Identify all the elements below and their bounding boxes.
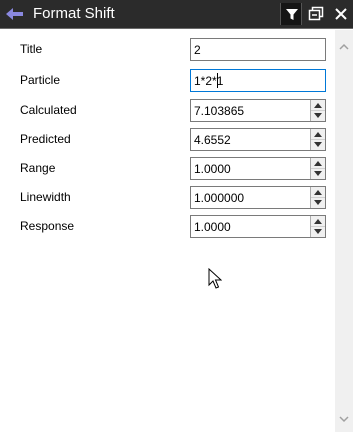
- chevron-up-icon: [314, 190, 322, 195]
- linewidth-spinner: [310, 187, 325, 208]
- calculated-increment-button[interactable]: [311, 100, 325, 111]
- response-value: 1.0000: [194, 220, 231, 234]
- filter-icon: [286, 9, 298, 20]
- chevron-down-icon: [339, 416, 349, 423]
- back-arrow-icon[interactable]: [5, 7, 25, 21]
- chevron-down-icon: [314, 142, 322, 147]
- linewidth-row: Linewidth 1.000000: [0, 186, 334, 210]
- title-label: Title: [20, 42, 43, 56]
- scroll-up-button[interactable]: [335, 40, 353, 54]
- calculated-row: Calculated 7.103865: [0, 99, 334, 123]
- response-decrement-button[interactable]: [311, 227, 325, 237]
- vertical-scrollbar[interactable]: [335, 30, 353, 432]
- chevron-up-icon: [314, 161, 322, 166]
- linewidth-decrement-button[interactable]: [311, 198, 325, 208]
- predicted-label: Predicted: [20, 132, 71, 146]
- particle-value: 1*2*1: [194, 74, 224, 88]
- calculated-spinbox[interactable]: 7.103865: [190, 99, 326, 122]
- title-value: 2: [194, 43, 201, 57]
- particle-row: Particle 1*2*1: [0, 69, 334, 93]
- range-spinner: [310, 158, 325, 179]
- predicted-value: 4.6552: [194, 133, 231, 147]
- mouse-pointer-icon: [208, 267, 223, 290]
- range-spinbox[interactable]: 1.0000: [190, 157, 326, 180]
- close-button[interactable]: [330, 3, 352, 25]
- linewidth-label: Linewidth: [20, 190, 71, 204]
- range-value: 1.0000: [194, 162, 231, 176]
- calculated-decrement-button[interactable]: [311, 111, 325, 121]
- title-input[interactable]: 2: [190, 38, 326, 61]
- scroll-down-button[interactable]: [335, 413, 353, 427]
- chevron-up-icon: [314, 103, 322, 108]
- predicted-decrement-button[interactable]: [311, 140, 325, 150]
- restore-window-icon: [308, 6, 324, 21]
- range-decrement-button[interactable]: [311, 169, 325, 179]
- range-row: Range 1.0000: [0, 157, 334, 181]
- chevron-down-icon: [314, 229, 322, 234]
- range-increment-button[interactable]: [311, 158, 325, 169]
- chevron-up-icon: [314, 132, 322, 137]
- response-spinbox[interactable]: 1.0000: [190, 215, 326, 238]
- particle-input[interactable]: 1*2*1: [190, 69, 326, 92]
- calculated-value: 7.103865: [194, 104, 245, 118]
- title-bar: Format Shift: [0, 0, 353, 29]
- predicted-increment-button[interactable]: [311, 129, 325, 140]
- linewidth-value: 1.000000: [194, 191, 245, 205]
- window-title: Format Shift: [33, 5, 115, 22]
- predicted-spinbox[interactable]: 4.6552: [190, 128, 326, 151]
- chevron-up-icon: [339, 43, 349, 50]
- linewidth-spinbox[interactable]: 1.000000: [190, 186, 326, 209]
- text-caret: [217, 73, 218, 88]
- chevron-down-icon: [314, 200, 322, 205]
- chevron-up-icon: [314, 219, 322, 224]
- response-row: Response 1.0000: [0, 215, 334, 239]
- linewidth-increment-button[interactable]: [311, 187, 325, 198]
- calculated-label: Calculated: [20, 103, 77, 117]
- response-increment-button[interactable]: [311, 216, 325, 227]
- predicted-spinner: [310, 129, 325, 150]
- restore-window-button[interactable]: [305, 3, 327, 25]
- response-spinner: [310, 216, 325, 237]
- range-label: Range: [20, 161, 56, 175]
- close-icon: [335, 8, 347, 20]
- chevron-down-icon: [314, 113, 322, 118]
- particle-label: Particle: [20, 73, 61, 87]
- predicted-row: Predicted 4.6552: [0, 128, 334, 152]
- title-row: Title 2: [0, 38, 334, 62]
- chevron-down-icon: [314, 171, 322, 176]
- calculated-spinner: [310, 100, 325, 121]
- filter-button[interactable]: [280, 3, 302, 25]
- response-label: Response: [20, 219, 75, 233]
